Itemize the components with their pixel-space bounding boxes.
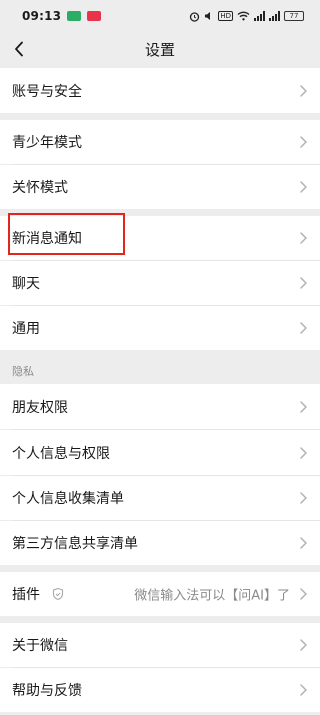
chevron-right-icon [300, 588, 307, 600]
settings-item-new-message-notification[interactable]: 新消息通知 [0, 216, 320, 260]
settings-item-label: 通用 [12, 321, 40, 337]
chevron-right-icon [300, 684, 307, 696]
section-header-privacy: 隐私 [12, 365, 34, 378]
status-left: 09:13 [22, 9, 102, 23]
chevron-right-icon [300, 492, 307, 504]
chevron-right-icon [300, 446, 307, 459]
settings-item-care-mode[interactable]: 关怀模式 [0, 165, 320, 209]
chevron-right-icon [300, 639, 307, 651]
mute-icon [205, 12, 211, 20]
page-title: 设置 [144, 40, 175, 59]
settings-item-label: 插件 [12, 587, 40, 603]
status-time: 09:13 [22, 9, 62, 23]
battery-icon: 77 [284, 11, 304, 21]
chevron-right-icon [300, 181, 307, 193]
signal-icon [269, 11, 280, 21]
settings-item-plugins[interactable]: 插件 微信输入法可以【问AI】了 [0, 572, 320, 616]
chevron-right-icon [300, 322, 307, 334]
settings-item-label: 聊天 [12, 276, 40, 292]
settings-item-account-security[interactable]: 账号与安全 [0, 68, 320, 113]
wifi-icon [237, 11, 250, 21]
settings-item-label: 个人信息与权限 [12, 445, 110, 462]
settings-item-general[interactable]: 通用 [0, 306, 320, 350]
chevron-right-icon [300, 232, 307, 244]
chevron-right-icon [300, 136, 307, 148]
app-notification-icon [87, 11, 102, 21]
settings-item-label: 第三方信息共享清单 [12, 536, 138, 552]
chevron-right-icon [300, 84, 307, 97]
settings-item-chat[interactable]: 聊天 [0, 261, 320, 305]
alarm-icon [190, 11, 200, 22]
settings-item-label: 新消息通知 [12, 231, 82, 247]
settings-item-youth-mode[interactable]: 青少年模式 [0, 120, 320, 164]
settings-item-friend-permissions[interactable]: 朋友权限 [0, 384, 320, 429]
status-right: HD 77 [189, 11, 304, 22]
app-notification-icon [67, 11, 82, 21]
chevron-left-icon [15, 41, 23, 57]
plugins-promo-text: 微信输入法可以【问AI】了 [134, 588, 290, 604]
chevron-right-icon [300, 277, 307, 289]
settings-item-label: 关怀模式 [12, 180, 68, 196]
shield-icon [52, 587, 64, 601]
settings-item-personal-info-collection[interactable]: 个人信息收集清单 [0, 476, 320, 520]
settings-item-third-party-sharing[interactable]: 第三方信息共享清单 [0, 521, 320, 565]
chevron-right-icon [300, 400, 307, 413]
settings-item-personal-info-permissions[interactable]: 个人信息与权限 [0, 430, 320, 475]
settings-item-label: 帮助与反馈 [12, 683, 82, 699]
hd-icon: HD [218, 11, 233, 21]
back-button[interactable] [6, 36, 32, 62]
nav-bar: 设置 [0, 32, 320, 66]
settings-item-label: 关于微信 [12, 638, 68, 654]
settings-item-label: 朋友权限 [12, 399, 68, 416]
settings-item-help-feedback[interactable]: 帮助与反馈 [0, 668, 320, 712]
settings-item-label: 账号与安全 [12, 83, 82, 100]
settings-item-label: 青少年模式 [12, 135, 82, 151]
chevron-right-icon [300, 537, 307, 549]
signal-icon [254, 11, 265, 21]
status-bar: 09:13 HD 77 [0, 0, 320, 32]
settings-item-label: 个人信息收集清单 [12, 491, 124, 507]
settings-item-about-wechat[interactable]: 关于微信 [0, 623, 320, 667]
